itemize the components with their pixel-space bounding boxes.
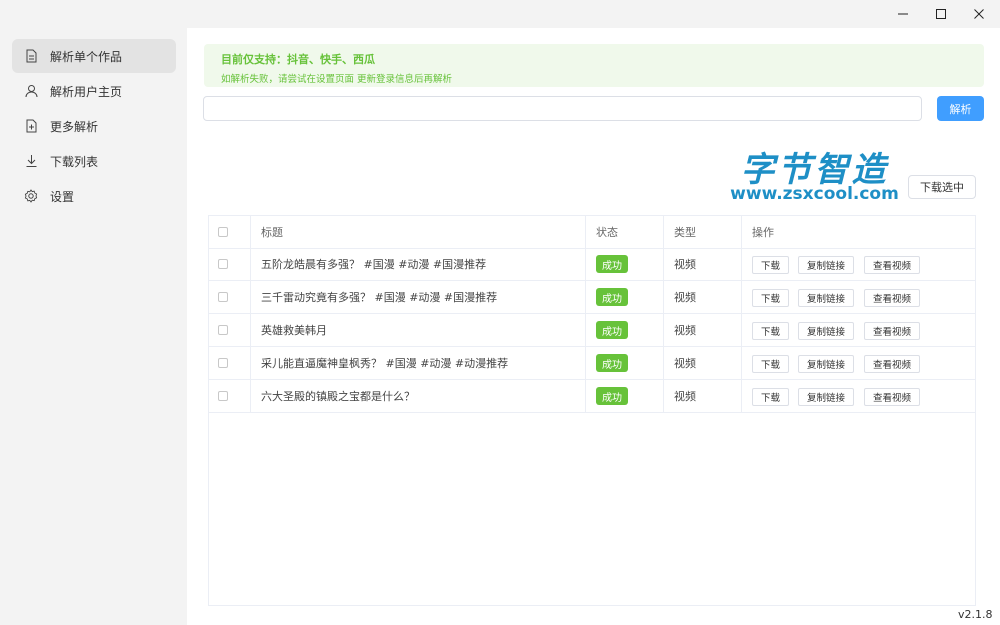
- table-header: 标题 状态 类型 操作: [209, 216, 975, 249]
- row-title: 三千雷动究竟有多强？ #国漫 #动漫 #国漫推荐: [261, 291, 498, 304]
- gear-icon: [24, 189, 38, 203]
- status-badge: 成功: [596, 387, 628, 405]
- select-all-checkbox-cell: [218, 216, 228, 248]
- notice-title: 目前仅支持：抖音、快手、西瓜: [221, 53, 375, 66]
- row-type: 视频: [674, 357, 696, 370]
- title-bar: [0, 0, 1000, 28]
- download-button[interactable]: 下载: [752, 355, 789, 373]
- sidebar-item-parse-user[interactable]: 解析用户主页: [12, 74, 176, 108]
- row-checkbox-cell: [218, 248, 228, 280]
- row-status-cell: 成功: [596, 281, 628, 313]
- download-button[interactable]: 下载: [752, 322, 789, 340]
- row-checkbox-cell: [218, 281, 228, 313]
- download-button[interactable]: 下载: [752, 388, 789, 406]
- download-button[interactable]: 下载: [752, 289, 789, 307]
- view-video-button[interactable]: 查看视频: [864, 289, 920, 307]
- row-checkbox[interactable]: [218, 292, 228, 302]
- status-badge: 成功: [596, 354, 628, 372]
- copy-link-button[interactable]: 复制链接: [798, 289, 854, 307]
- copy-link-button[interactable]: 复制链接: [798, 322, 854, 340]
- row-checkbox[interactable]: [218, 259, 228, 269]
- row-title: 采儿能直逼魔神皇枫秀？ #国漫 #动漫 #动漫推荐: [261, 357, 509, 370]
- notice-banner: 目前仅支持：抖音、快手、西瓜 如解析失败，请尝试在设置页面 更新登录信息后再解析: [204, 44, 984, 87]
- add-file-icon: [24, 119, 38, 133]
- view-video-button[interactable]: 查看视频: [864, 388, 920, 406]
- header-actions: 操作: [752, 226, 774, 239]
- status-badge: 成功: [596, 255, 628, 273]
- row-type: 视频: [674, 291, 696, 304]
- row-title: 英雄救美韩月: [261, 324, 327, 337]
- table-row: 采儿能直逼魔神皇枫秀？ #国漫 #动漫 #动漫推荐 成功 视频 下载 复制链接 …: [209, 347, 975, 380]
- minimize-button[interactable]: [884, 0, 922, 28]
- row-checkbox[interactable]: [218, 358, 228, 368]
- select-all-checkbox[interactable]: [218, 227, 228, 237]
- sidebar: 解析单个作品 解析用户主页 更多解析 下载列表 设置: [0, 28, 187, 625]
- parse-button[interactable]: 解析: [937, 96, 984, 121]
- row-type: 视频: [674, 324, 696, 337]
- document-icon: [24, 49, 38, 63]
- user-icon: [24, 84, 38, 98]
- table-row: 英雄救美韩月 成功 视频 下载 复制链接 查看视频: [209, 314, 975, 347]
- row-type: 视频: [674, 258, 696, 271]
- close-button[interactable]: [960, 0, 998, 28]
- copy-link-button[interactable]: 复制链接: [798, 388, 854, 406]
- maximize-button[interactable]: [922, 0, 960, 28]
- row-title: 六大圣殿的镇殿之宝都是什么？: [261, 390, 415, 403]
- row-checkbox[interactable]: [218, 325, 228, 335]
- sidebar-item-more-parse[interactable]: 更多解析: [12, 109, 176, 143]
- header-title: 标题: [261, 226, 283, 239]
- sidebar-item-label: 解析用户主页: [50, 84, 123, 99]
- status-badge: 成功: [596, 288, 628, 306]
- version-label: v2.1.8: [958, 608, 993, 621]
- row-status-cell: 成功: [596, 314, 628, 346]
- sidebar-item-label: 下载列表: [50, 154, 99, 169]
- sidebar-item-download-list[interactable]: 下载列表: [12, 144, 176, 178]
- view-video-button[interactable]: 查看视频: [864, 322, 920, 340]
- download-button[interactable]: 下载: [752, 256, 789, 274]
- sidebar-item-parse-single[interactable]: 解析单个作品: [12, 39, 176, 73]
- copy-link-button[interactable]: 复制链接: [798, 355, 854, 373]
- url-input[interactable]: [203, 96, 922, 121]
- logo-en-text: www.zsxcool.com: [730, 184, 899, 204]
- minimize-icon: [898, 13, 908, 15]
- table-row: 三千雷动究竟有多强？ #国漫 #动漫 #国漫推荐 成功 视频 下载 复制链接 查…: [209, 281, 975, 314]
- row-checkbox-cell: [218, 380, 228, 412]
- row-status-cell: 成功: [596, 248, 628, 280]
- header-status: 状态: [596, 226, 618, 239]
- row-status-cell: 成功: [596, 347, 628, 379]
- row-checkbox-cell: [218, 314, 228, 346]
- header-type: 类型: [674, 226, 696, 239]
- row-checkbox-cell: [218, 347, 228, 379]
- sidebar-item-label: 更多解析: [50, 119, 99, 134]
- view-video-button[interactable]: 查看视频: [864, 355, 920, 373]
- copy-link-button[interactable]: 复制链接: [798, 256, 854, 274]
- main-panel: 目前仅支持：抖音、快手、西瓜 如解析失败，请尝试在设置页面 更新登录信息后再解析…: [187, 28, 1000, 625]
- row-type: 视频: [674, 390, 696, 403]
- table-row: 五阶龙皓晨有多强？ #国漫 #动漫 #国漫推荐 成功 视频 下载 复制链接 查看…: [209, 248, 975, 281]
- download-icon: [24, 154, 38, 168]
- maximize-icon: [936, 9, 946, 19]
- close-icon: [974, 9, 984, 19]
- watermark-logo: 字节智造 www.zsxcool.com: [727, 142, 902, 206]
- notice-subtitle: 如解析失败，请尝试在设置页面 更新登录信息后再解析: [221, 74, 453, 85]
- table-row: 六大圣殿的镇殿之宝都是什么？ 成功 视频 下载 复制链接 查看视频: [209, 380, 975, 413]
- sidebar-item-settings[interactable]: 设置: [12, 179, 176, 213]
- download-selected-button[interactable]: 下载选中: [908, 175, 976, 199]
- view-video-button[interactable]: 查看视频: [864, 256, 920, 274]
- row-status-cell: 成功: [596, 380, 628, 412]
- status-badge: 成功: [596, 321, 628, 339]
- sidebar-item-label: 设置: [50, 189, 75, 204]
- row-title: 五阶龙皓晨有多强？ #国漫 #动漫 #国漫推荐: [261, 258, 487, 271]
- row-checkbox[interactable]: [218, 391, 228, 401]
- sidebar-item-label: 解析单个作品: [50, 49, 123, 64]
- results-table: 标题 状态 类型 操作 五阶龙皓晨有多强？ #国漫 #动漫 #国漫推荐 成功 视…: [208, 215, 976, 606]
